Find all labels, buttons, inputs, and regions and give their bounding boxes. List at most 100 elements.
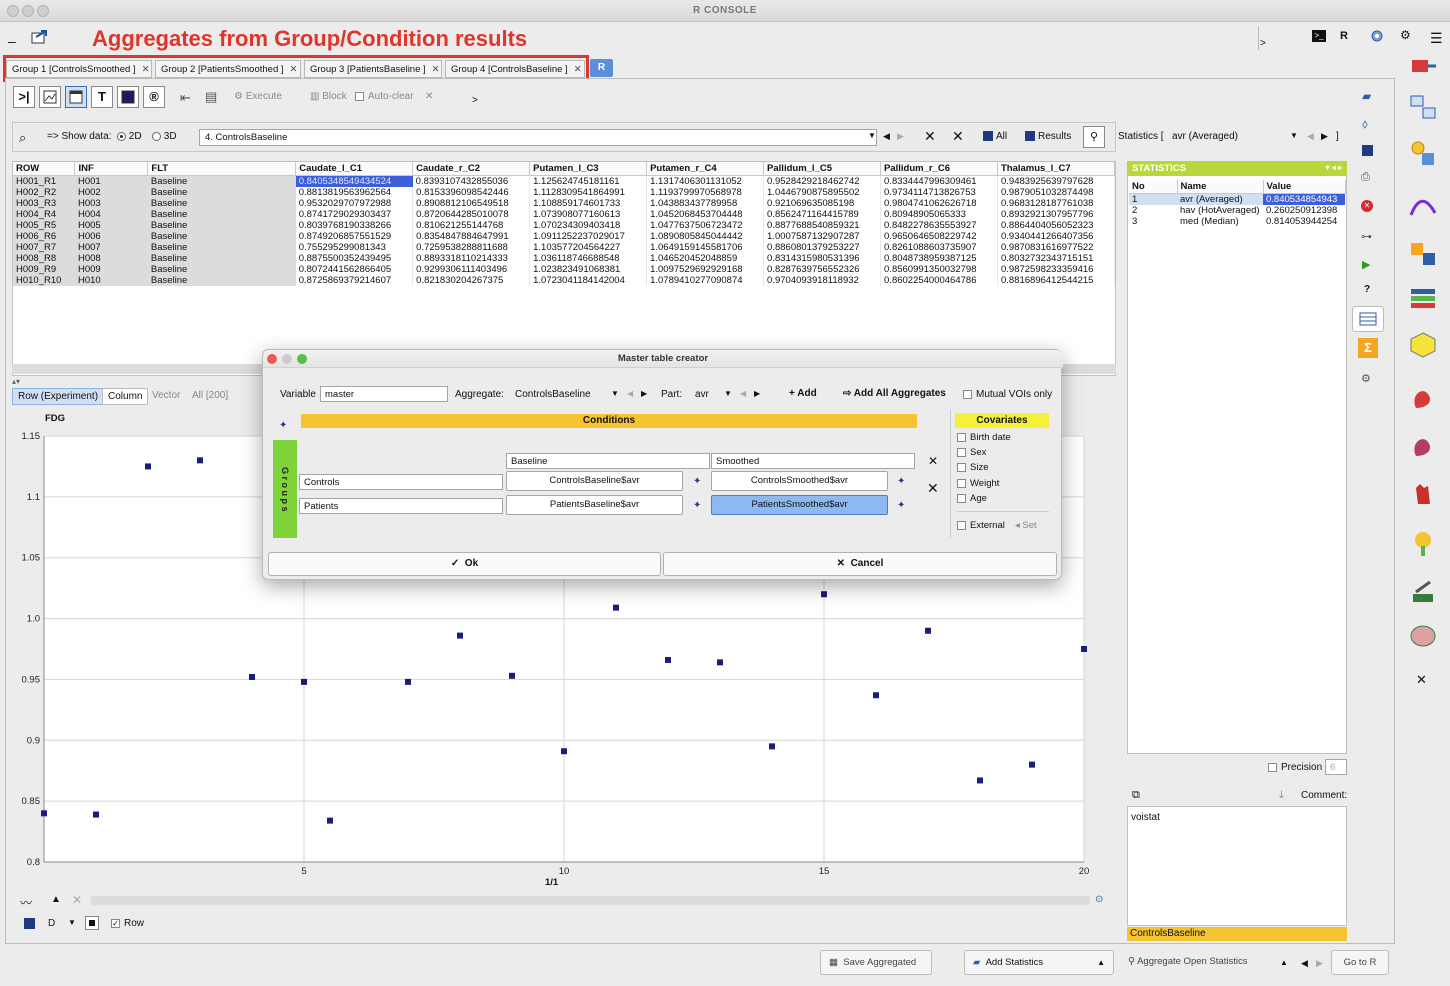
cell-patients-smoothed[interactable]: PatientsSmoothed$avr [711, 495, 888, 515]
close-icon[interactable]: ✕ [1416, 672, 1427, 688]
r-console-label[interactable]: R [1340, 30, 1348, 42]
condition-baseline-field[interactable]: Baseline [506, 453, 710, 469]
blocks-icon[interactable] [1408, 240, 1438, 268]
kinetic-model-icon[interactable] [1408, 93, 1438, 121]
help-icon[interactable]: ? [1364, 284, 1370, 295]
clear-plot-icon[interactable]: ✕ [72, 893, 82, 907]
row-checkbox[interactable]: ✓ Row [111, 918, 144, 929]
data-point[interactable] [925, 627, 931, 634]
pick-icon[interactable]: ✦ [897, 476, 905, 487]
variable-field[interactable]: master [320, 386, 448, 402]
aggregate-open-button[interactable]: ⚲ Aggregate Open Statistics [1120, 950, 1266, 975]
covariate-sex[interactable]: Sex [957, 447, 986, 458]
menu-icon[interactable]: ☰ [1430, 30, 1443, 47]
data-point[interactable] [613, 604, 619, 611]
mri-icon[interactable] [1408, 430, 1438, 458]
config-icon[interactable]: ⚙ [1361, 372, 1371, 385]
prev-icon[interactable]: ◀ [1301, 958, 1308, 969]
cell-controls-smoothed[interactable]: ControlsSmoothed$avr [711, 471, 888, 491]
cube-icon[interactable] [1408, 330, 1438, 358]
mutual-vois-checkbox[interactable]: Mutual VOIs only [963, 389, 1052, 400]
chevron-down-icon[interactable]: ▼ [724, 389, 732, 398]
next-icon[interactable]: ▶ [641, 389, 647, 398]
next-icon[interactable]: ▶ [1316, 958, 1323, 969]
pick-icon[interactable]: ✦ [693, 476, 701, 487]
chevron-right-icon[interactable]: > [1260, 38, 1266, 49]
data-point[interactable] [1029, 761, 1035, 768]
data-point[interactable] [509, 672, 515, 679]
download-icon[interactable]: ⤓ [1279, 789, 1284, 802]
settings-icon[interactable]: ⚙ [1400, 28, 1411, 42]
save-icon[interactable] [1362, 145, 1373, 156]
data-point[interactable] [93, 811, 99, 818]
sum-icon[interactable]: Σ [1358, 338, 1378, 358]
cancel-button[interactable]: ✕ Cancel [663, 552, 1057, 576]
add-statistics-button[interactable]: ▰ Add Statistics ▲ [964, 950, 1114, 975]
covariate-birth-date[interactable]: Birth date [957, 432, 1011, 443]
data-point[interactable] [665, 656, 671, 663]
model-diagram-icon[interactable] [1408, 140, 1438, 168]
data-point[interactable] [405, 678, 411, 685]
group-controls-field[interactable]: Controls [299, 474, 503, 490]
data-point[interactable] [561, 748, 567, 755]
add-group-icon[interactable]: ✦ [279, 420, 287, 431]
zoom-icon[interactable]: ⊙ [1095, 894, 1103, 905]
print-icon[interactable]: ⎙ [1361, 171, 1370, 184]
data-point[interactable] [197, 457, 203, 464]
brain-icon[interactable] [1408, 622, 1438, 650]
dialog-zoom-button[interactable] [297, 354, 307, 364]
data-point[interactable] [249, 673, 255, 680]
pick-icon[interactable]: ✦ [693, 500, 701, 511]
stats-cell[interactable]: 2 [1129, 205, 1177, 216]
data-point[interactable] [1081, 646, 1087, 652]
gear-icon[interactable] [1368, 28, 1386, 44]
stats-row[interactable]: 3 med (Median) 0.814053944254 [1129, 216, 1345, 227]
terminal-icon[interactable]: >_ [1312, 30, 1326, 42]
stats-cell[interactable]: 0.840534854943 [1263, 193, 1345, 205]
statistics-select[interactable]: avr (Averaged) [1172, 131, 1238, 142]
stats-cell[interactable]: med (Median) [1177, 216, 1263, 227]
stats-cell[interactable]: avr (Averaged) [1177, 193, 1263, 205]
run-icon[interactable]: ▶ [1362, 258, 1370, 271]
triangle-up-icon[interactable]: ▲ [1097, 951, 1105, 974]
table-view-icon[interactable] [1352, 306, 1384, 332]
open-folder-icon[interactable]: ▰ [1362, 89, 1371, 103]
save-icon[interactable] [24, 918, 35, 929]
chevron-down-icon[interactable]: ▼ [68, 918, 76, 927]
plot-scrollbar[interactable] [90, 896, 1090, 905]
add-button[interactable]: + Add [789, 388, 817, 399]
stats-cell[interactable]: 0.260250912398 [1263, 205, 1345, 216]
covariate-weight[interactable]: Weight [957, 478, 999, 489]
tree-icon[interactable] [1408, 530, 1438, 558]
condition-smoothed-field[interactable]: Smoothed [711, 453, 915, 469]
close-icon[interactable]: ✕ [928, 454, 938, 468]
data-point[interactable] [769, 743, 775, 750]
tools-icon[interactable] [1408, 578, 1438, 606]
close-all-icon[interactable]: ✕ [927, 480, 939, 497]
data-point[interactable] [301, 678, 307, 685]
covariate-size[interactable]: Size [957, 462, 988, 473]
stats-cell[interactable]: 1 [1129, 193, 1177, 205]
data-point[interactable] [145, 463, 151, 470]
precision-field[interactable]: 6 [1325, 759, 1347, 775]
set-button[interactable]: ◂ Set [1015, 520, 1037, 531]
prev-icon[interactable]: ◀ [627, 389, 633, 398]
data-point[interactable] [327, 817, 333, 824]
part-select[interactable]: avr [695, 389, 709, 400]
cell-patients-baseline[interactable]: PatientsBaseline$avr [506, 495, 683, 515]
data-point[interactable] [977, 777, 983, 784]
triangle-up-icon[interactable]: ▲ [51, 894, 61, 905]
color-swatch[interactable] [85, 916, 99, 930]
external-checkbox[interactable]: External [957, 520, 1005, 531]
copy-icon[interactable]: ⧉ [1132, 789, 1140, 802]
dialog-close-button[interactable] [267, 354, 277, 364]
pet-icon[interactable] [1408, 382, 1438, 410]
stats-cell[interactable]: 3 [1129, 216, 1177, 227]
prev-icon[interactable]: ◀ [740, 389, 746, 398]
triangle-up-icon[interactable]: ▲ [1280, 958, 1288, 967]
group-patients-field[interactable]: Patients [299, 498, 503, 514]
data-point[interactable] [717, 659, 723, 666]
layers-icon[interactable] [1408, 285, 1438, 313]
aggregate-select[interactable]: ControlsBaseline [515, 389, 591, 400]
cell-controls-baseline[interactable]: ControlsBaseline$avr [506, 471, 683, 491]
